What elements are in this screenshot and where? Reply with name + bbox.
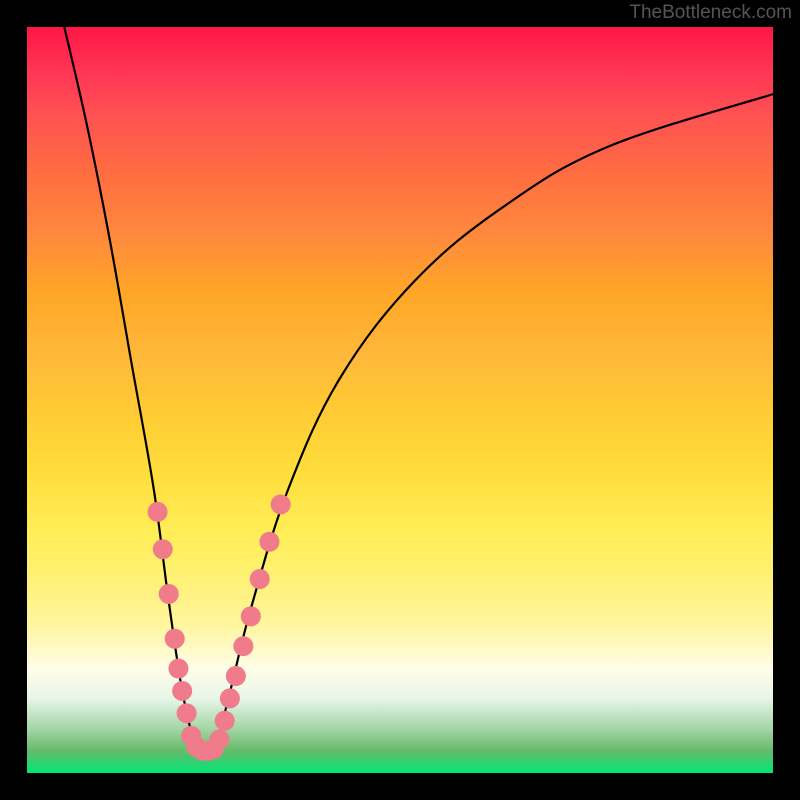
data-point	[220, 688, 240, 708]
watermark-text: TheBottleneck.com	[629, 2, 792, 24]
chart-plot-area	[27, 27, 773, 773]
data-point	[177, 703, 197, 723]
data-point	[168, 659, 188, 679]
data-point	[259, 532, 279, 552]
data-point	[153, 539, 173, 559]
data-point	[271, 494, 291, 514]
data-point	[250, 569, 270, 589]
data-point	[209, 729, 229, 749]
data-point	[165, 629, 185, 649]
data-points-layer	[27, 27, 773, 773]
data-point	[233, 636, 253, 656]
data-point	[148, 502, 168, 522]
data-point	[159, 584, 179, 604]
data-point	[226, 666, 246, 686]
data-point	[172, 681, 192, 701]
data-point	[215, 711, 235, 731]
data-point	[241, 606, 261, 626]
